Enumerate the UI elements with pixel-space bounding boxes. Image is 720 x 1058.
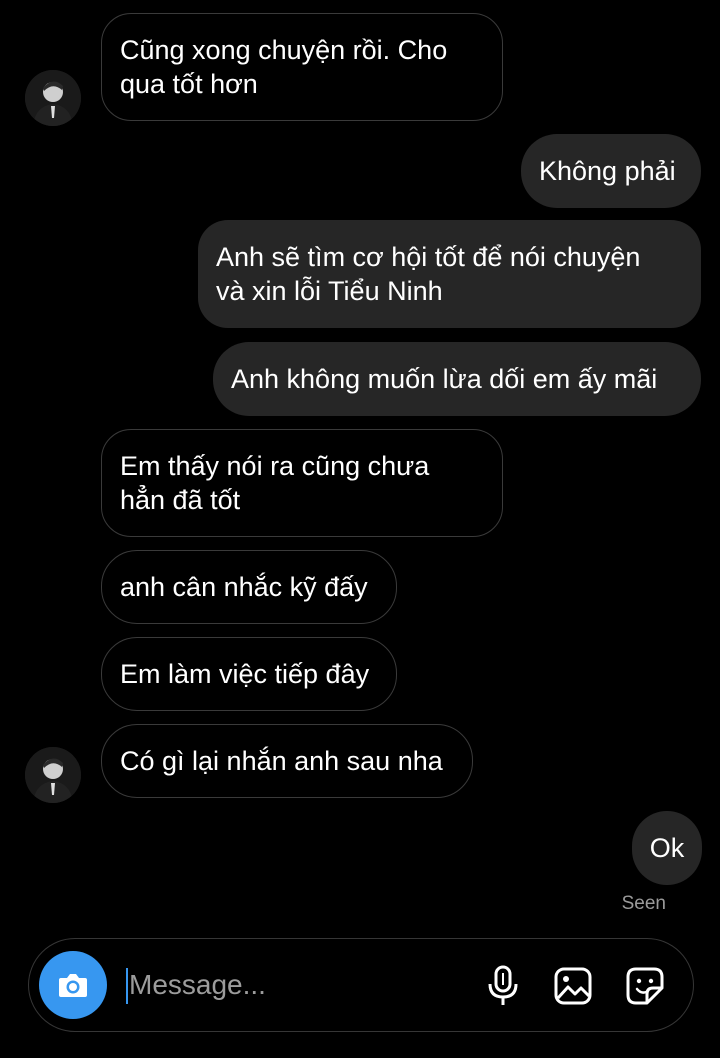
contact-avatar[interactable]: [25, 70, 81, 126]
message-text: anh cân nhắc kỹ đấy: [120, 572, 368, 602]
microphone-icon: [488, 965, 518, 1005]
outgoing-message[interactable]: Ok: [632, 811, 702, 885]
camera-button[interactable]: [39, 951, 107, 1019]
microphone-button[interactable]: [481, 964, 525, 1008]
sticker-button[interactable]: [623, 964, 667, 1008]
text-cursor: [126, 968, 128, 1004]
image-gallery-icon: [554, 967, 592, 1005]
gallery-button[interactable]: [551, 964, 595, 1008]
incoming-message[interactable]: Em làm việc tiếp đây: [101, 637, 397, 711]
message-composer: [28, 938, 694, 1032]
message-text: Có gì lại nhắn anh sau nha: [120, 746, 443, 776]
incoming-message[interactable]: Có gì lại nhắn anh sau nha: [101, 724, 473, 798]
message-text-line: và xin lỗi Tiểu Ninh: [216, 276, 443, 306]
outgoing-message[interactable]: Anh không muốn lừa dối em ấy mãi: [213, 342, 701, 416]
message-text: Ok: [649, 833, 685, 863]
camera-icon: [59, 974, 87, 997]
message-input[interactable]: [129, 961, 459, 1009]
message-text-line: Em thấy nói ra cũng chưa: [120, 451, 430, 481]
seen-status: Seen: [621, 893, 666, 914]
message-text-line: qua tốt hơn: [120, 69, 258, 99]
message-text: Không phải: [539, 156, 676, 186]
contact-avatar[interactable]: [25, 747, 81, 803]
message-text: Anh không muốn lừa dối em ấy mãi: [231, 364, 658, 394]
incoming-message[interactable]: anh cân nhắc kỹ đấy: [101, 550, 397, 624]
incoming-message[interactable]: Cũng xong chuyện rồi. Cho qua tốt hơn: [101, 13, 503, 121]
sticker-icon: [626, 967, 664, 1005]
message-text-line: hẳn đã tốt: [120, 485, 241, 515]
outgoing-message[interactable]: Không phải: [521, 134, 701, 208]
outgoing-message[interactable]: Anh sẽ tìm cơ hội tốt để nói chuyện và x…: [198, 220, 701, 328]
incoming-message[interactable]: Em thấy nói ra cũng chưa hẳn đã tốt: [101, 429, 503, 537]
message-text: Em làm việc tiếp đây: [120, 659, 370, 689]
message-text-line: Anh sẽ tìm cơ hội tốt để nói chuyện: [216, 242, 641, 272]
message-text-line: Cũng xong chuyện rồi. Cho: [120, 35, 448, 65]
